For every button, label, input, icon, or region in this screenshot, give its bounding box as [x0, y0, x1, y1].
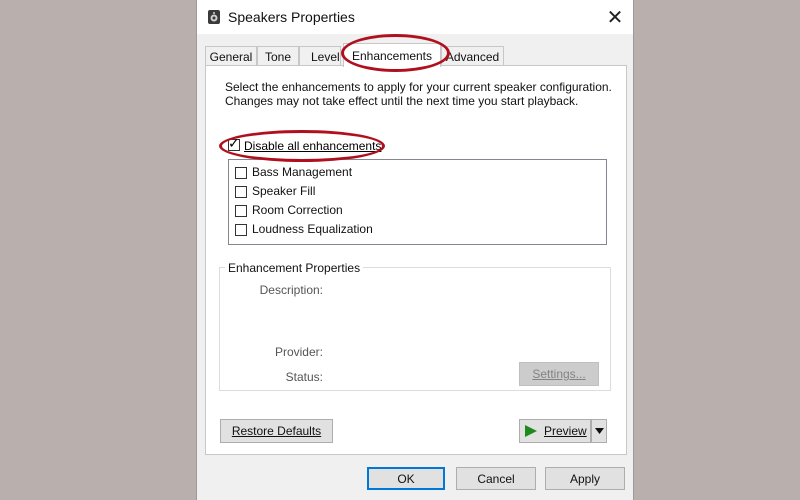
list-item-label: Bass Management — [252, 165, 353, 179]
tab-tone[interactable]: Tone — [257, 46, 299, 66]
title-bar: Speakers Properties ✕ — [197, 0, 633, 34]
list-item-label: Speaker Fill — [252, 184, 316, 198]
window-title: Speakers Properties — [228, 9, 355, 25]
ok-button[interactable]: OK — [367, 467, 445, 490]
enhancements-panel — [205, 65, 627, 455]
enhancements-description: Select the enhancements to apply for you… — [225, 80, 612, 108]
cancel-button[interactable]: Cancel — [456, 467, 536, 490]
checkbox[interactable] — [235, 205, 247, 217]
settings-button-label: Settings... — [532, 367, 586, 381]
status-label: Status: — [285, 370, 323, 384]
settings-button[interactable]: Settings... — [519, 362, 599, 386]
tab-advanced[interactable]: Advanced — [441, 46, 504, 66]
play-icon — [525, 425, 537, 437]
restore-defaults-button[interactable]: Restore Defaults — [220, 419, 333, 443]
close-icon[interactable]: ✕ — [597, 0, 633, 34]
enhancements-list: Bass Management Speaker Fill Room Correc… — [228, 159, 607, 245]
tab-level[interactable]: Level — [299, 46, 341, 66]
preview-button[interactable]: Preview — [519, 419, 591, 443]
checkbox[interactable] — [235, 224, 247, 236]
speaker-icon — [208, 10, 220, 24]
list-item-label: Room Correction — [252, 203, 343, 217]
provider-label: Provider: — [274, 345, 323, 359]
enhancement-properties-title: Enhancement Properties — [225, 261, 364, 275]
tab-general[interactable]: General — [205, 46, 257, 66]
disable-all-label[interactable]: Disable all enhancements — [244, 139, 381, 153]
tab-enhancements[interactable]: Enhancements — [343, 43, 441, 67]
check-icon: ✓ — [228, 135, 240, 151]
dropdown-arrow-icon — [594, 428, 604, 434]
restore-defaults-label: Restore Defaults — [231, 424, 322, 438]
disable-all-checkbox[interactable]: ✓ — [228, 135, 240, 154]
checkbox[interactable] — [235, 186, 247, 198]
list-item-label: Loudness Equalization — [252, 222, 373, 236]
preview-dropdown-button[interactable] — [591, 419, 607, 443]
description-label: Description: — [259, 283, 323, 297]
checkbox-checked[interactable]: ✓ — [228, 135, 240, 151]
checkbox[interactable] — [235, 167, 247, 179]
apply-button[interactable]: Apply — [545, 467, 625, 490]
preview-label: Preview — [544, 424, 587, 438]
